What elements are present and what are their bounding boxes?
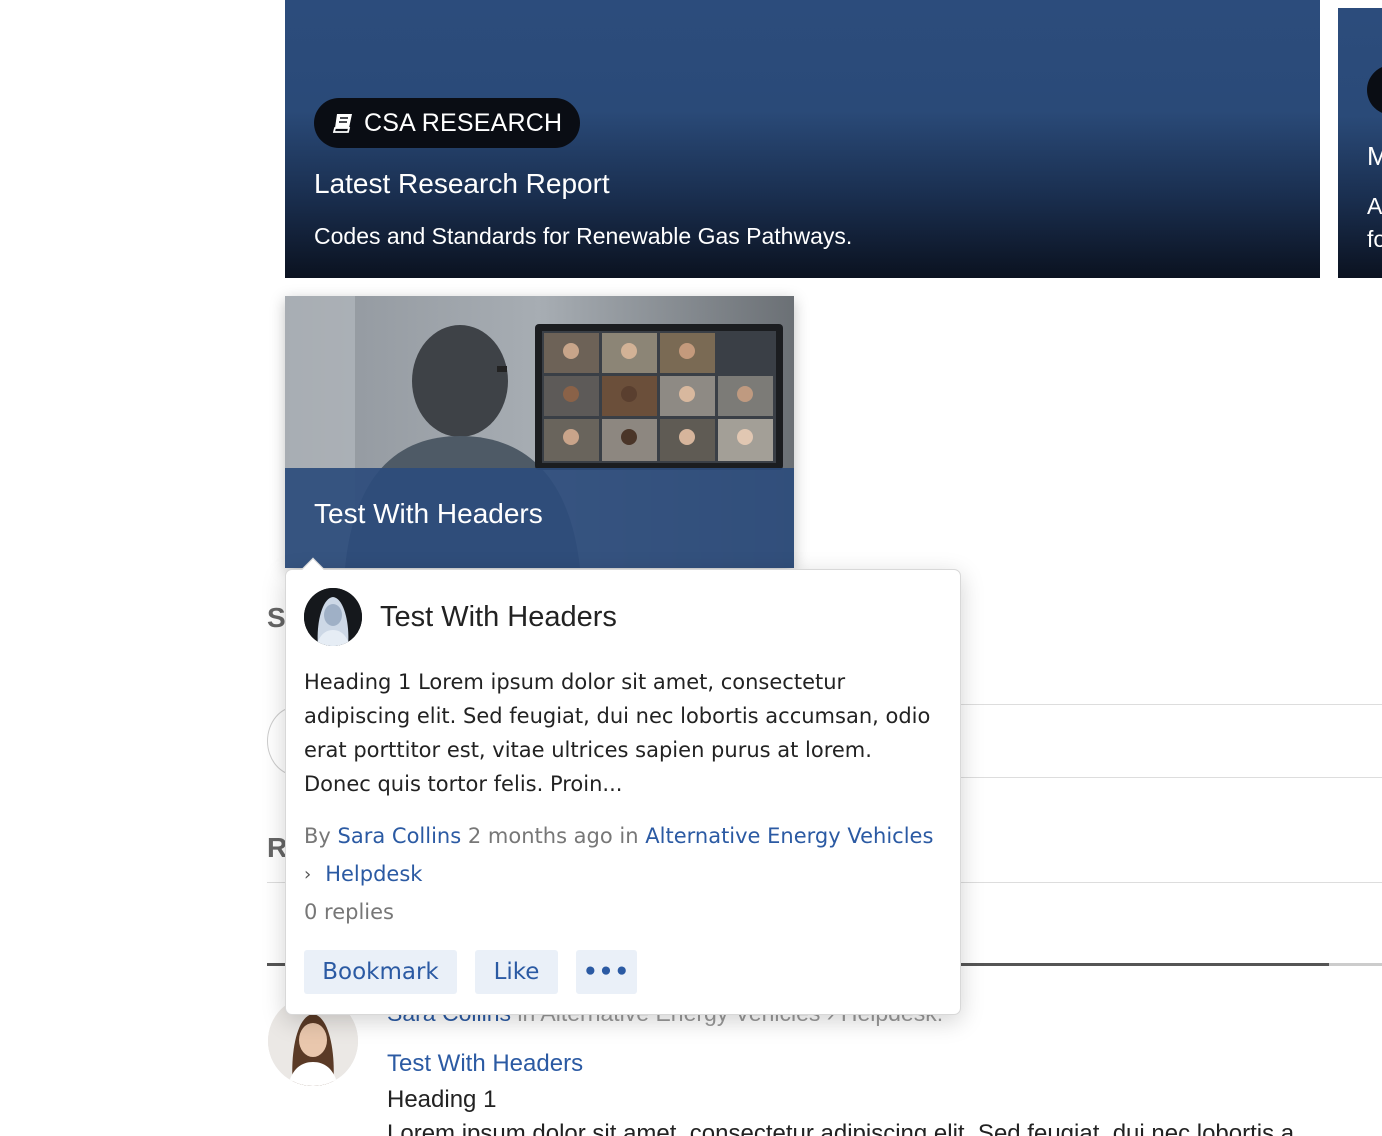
subcategory-breadcrumb: › Helpdesk <box>304 862 422 886</box>
chevron-right-icon: › <box>304 863 312 885</box>
feed-heading: Heading 1 <box>387 1086 497 1113</box>
author-link[interactable]: Sara Collins <box>338 824 462 848</box>
category-badge[interactable]: CSA RESEARCH <box>314 98 581 148</box>
popover-meta: By Sara Collins 2 months ago in Alternat… <box>304 824 933 848</box>
hero2-desc-fragment: A <box>1367 193 1382 219</box>
post-time: 2 months ago <box>467 824 613 848</box>
composer-border-bottom <box>955 777 1382 778</box>
tab-indicator-track <box>1329 963 1382 966</box>
category-badge-secondary[interactable] <box>1367 65 1382 115</box>
hero2-title-fragment: M <box>1367 141 1382 171</box>
topic-image-card[interactable]: Test With Headers <box>285 296 794 568</box>
topic-preview-popover: Test With Headers Heading 1 Lorem ipsum … <box>285 557 961 1015</box>
person-avatar-image <box>304 588 362 646</box>
category-badge-label: CSA RESEARCH <box>364 108 563 137</box>
popover-author-avatar[interactable] <box>304 588 362 646</box>
bookmark-button[interactable]: Bookmark <box>304 950 457 994</box>
feed-body-text: Lorem ipsum dolor sit amet, consectetur … <box>387 1120 1295 1136</box>
hero-card-secondary[interactable]: M A fo <box>1338 8 1382 278</box>
like-button[interactable]: Like <box>475 950 558 994</box>
hero-title[interactable]: Latest Research Report <box>314 168 610 200</box>
more-options-button[interactable]: ••• <box>576 950 637 994</box>
section-heading-fragment: S <box>267 602 286 633</box>
category-link[interactable]: Alternative Energy Vehicles <box>645 824 933 848</box>
reply-count: 0 replies <box>304 900 394 924</box>
composer-border-top <box>955 704 1382 705</box>
popover-excerpt: Heading 1 Lorem ipsum dolor sit amet, co… <box>304 670 931 796</box>
in-label: in <box>619 824 639 848</box>
card-title[interactable]: Test With Headers <box>314 498 543 530</box>
feed-topic-title[interactable]: Test With Headers <box>387 1050 583 1078</box>
subcategory-link[interactable]: Helpdesk <box>325 862 422 886</box>
book-icon <box>332 114 352 133</box>
hero-description: Codes and Standards for Renewable Gas Pa… <box>314 223 853 249</box>
hero2-desc-fragment-2: fo <box>1367 226 1382 252</box>
by-label: By <box>304 824 331 848</box>
popover-title[interactable]: Test With Headers <box>380 601 617 634</box>
hero-card[interactable]: CSA RESEARCH Latest Research Report Code… <box>285 0 1320 278</box>
